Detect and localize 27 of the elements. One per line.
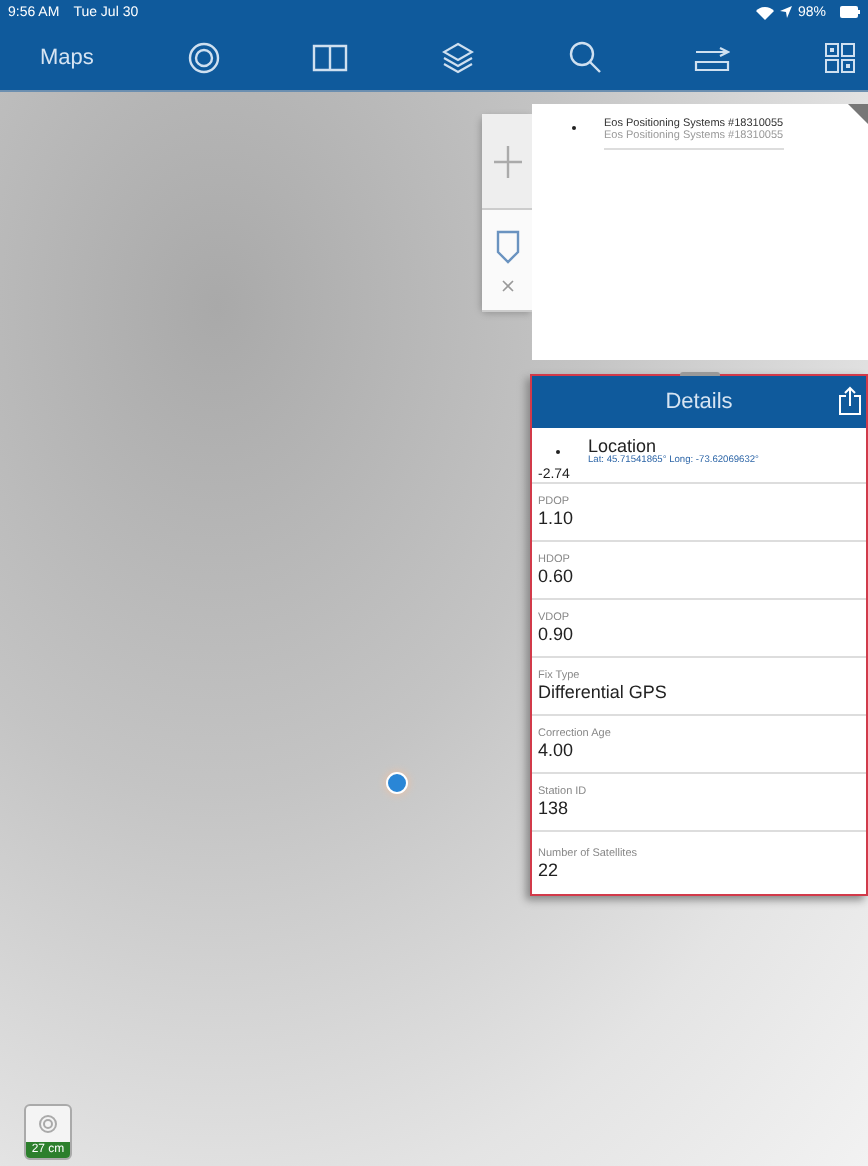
qr-code-icon[interactable] [823,41,856,73]
target-icon [38,1114,58,1134]
field-value: Differential GPS [538,682,669,702]
wifi-icon [755,5,774,19]
field-value: 22 [538,859,561,879]
share-icon[interactable] [838,386,862,416]
target-icon[interactable] [187,41,220,73]
field-value: 1.10 [538,508,576,528]
marker-icon [493,228,521,264]
maps-button[interactable]: Maps [40,45,94,69]
location-label: Location [588,436,657,456]
field-value: 138 [538,798,571,818]
field-value: 0.90 [538,624,576,644]
book-icon[interactable] [312,43,349,71]
battery-icon [840,6,860,18]
field-value: 4.00 [538,740,576,760]
details-title: Details [665,390,733,414]
close-icon[interactable] [501,280,513,292]
location-dot-icon [386,772,408,794]
field-value: 0.60 [538,566,576,586]
plus-icon [493,143,521,179]
map-view[interactable] [0,92,868,1166]
corner-fold-icon [848,104,868,124]
search-icon[interactable] [567,40,602,74]
layers-icon[interactable] [441,41,474,73]
location-arrow-icon [779,6,792,18]
side-tab[interactable] [482,210,532,312]
